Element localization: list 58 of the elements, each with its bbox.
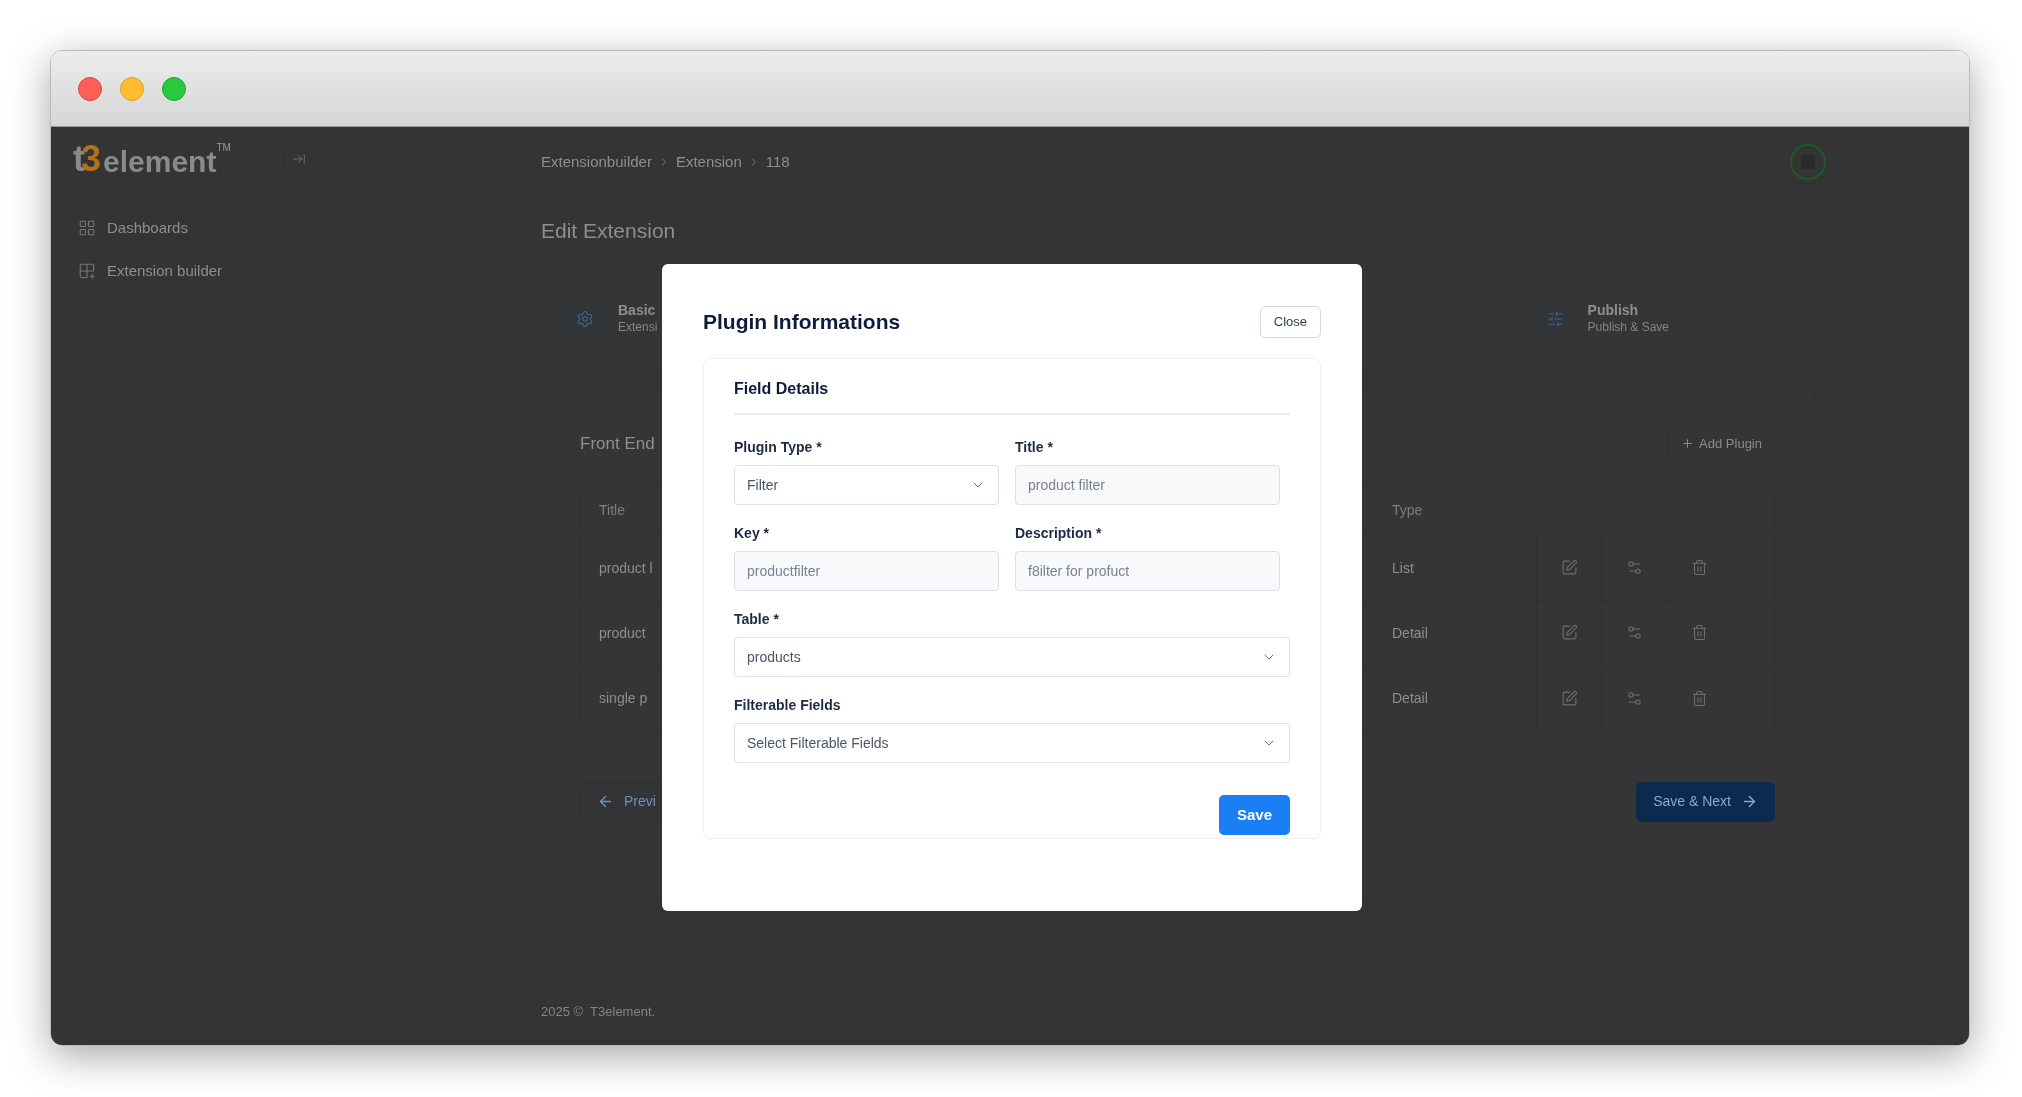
footer-text: 2025 © T3element.	[541, 1002, 657, 1021]
grid-plus-icon	[78, 261, 96, 280]
step-subtitle: Publish & Save	[1587, 319, 1669, 335]
field-label: Key *	[734, 524, 771, 543]
sliders-icon[interactable]	[1625, 624, 1643, 641]
field-label: Table *	[734, 610, 780, 629]
section-title: Front End	[580, 432, 655, 455]
arrow-right-icon	[1741, 793, 1758, 810]
edit-icon[interactable]	[1560, 624, 1578, 641]
plus-icon	[1681, 437, 1695, 450]
trash-icon[interactable]	[1690, 689, 1708, 707]
column-header: Title	[599, 502, 625, 518]
select-field[interactable]: Filter	[734, 465, 999, 505]
table-cell: single p	[599, 690, 648, 706]
grid-icon	[78, 219, 96, 238]
save-next-button[interactable]: Save & Next	[1636, 781, 1775, 822]
sidebar-item[interactable]: Extension builder	[78, 259, 308, 282]
select-field[interactable]: products	[734, 637, 1290, 677]
field-label: Filterable Fields	[734, 696, 842, 715]
breadcrumb-link[interactable]: Extension	[675, 150, 742, 174]
sliders-icon[interactable]	[1625, 689, 1643, 707]
trash-icon[interactable]	[1690, 559, 1708, 576]
close-button[interactable]: Close	[1259, 306, 1321, 338]
sliders-icon[interactable]	[1625, 559, 1643, 576]
card-title: Field Details	[734, 377, 1290, 415]
sidebar-item[interactable]: Dashboards	[78, 217, 308, 240]
field-label: Description *	[1015, 524, 1103, 543]
edit-icon[interactable]	[1560, 559, 1578, 576]
column-header: Type	[1392, 502, 1423, 518]
add-plugin-button[interactable]: Add Plugin	[1668, 427, 1775, 460]
save-button[interactable]: Save	[1218, 795, 1290, 835]
step-title: Basic	[618, 302, 657, 320]
field-label: Title *	[1015, 438, 1054, 457]
sliders-icon	[1545, 309, 1564, 328]
step-subtitle: Extensi	[618, 319, 658, 335]
page-title: Edit Extension	[541, 218, 677, 244]
zoom-window-icon[interactable]	[162, 76, 186, 101]
breadcrumb-link[interactable]: 118	[765, 150, 790, 174]
close-window-icon[interactable]	[78, 76, 102, 101]
table-cell: List	[1392, 559, 1414, 576]
trash-icon[interactable]	[1690, 624, 1708, 641]
table-cell: Detail	[1392, 690, 1428, 706]
table-cell: product	[599, 624, 646, 641]
table-cell: Detail	[1392, 624, 1428, 641]
gear-icon	[576, 309, 594, 328]
collapse-icon	[292, 152, 306, 166]
step-item[interactable]: Basic Extensi	[566, 299, 658, 338]
dialog-title: Plugin Informations	[703, 309, 901, 336]
collapse-sidebar-button[interactable]	[284, 144, 314, 174]
minimize-window-icon[interactable]	[120, 76, 144, 101]
breadcrumb-link[interactable]: Extensionbuilder	[541, 150, 652, 174]
edit-icon[interactable]	[1560, 689, 1578, 707]
step-item[interactable]: Publish Publish & Save	[1535, 299, 1669, 338]
field-label: Plugin Type *	[734, 438, 823, 457]
step-title: Publish	[1587, 302, 1640, 320]
table-cell: product l	[599, 559, 653, 576]
select-field[interactable]: Select Filterable Fields	[734, 723, 1290, 763]
user-avatar[interactable]	[1790, 144, 1826, 180]
